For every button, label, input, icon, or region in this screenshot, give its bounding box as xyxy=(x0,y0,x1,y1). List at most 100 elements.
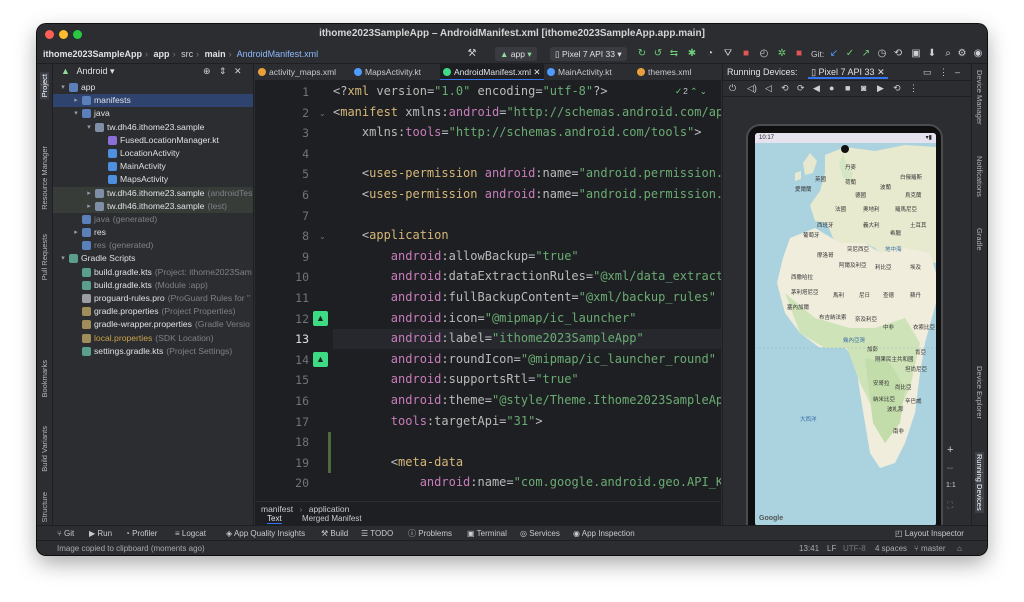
indent-setting[interactable]: 4 spaces xyxy=(875,541,907,555)
layout-inspector-tool-button[interactable]: ◰ Layout Inspector xyxy=(895,526,964,541)
wipe-icon[interactable]: ⟲ xyxy=(893,83,901,94)
code-area[interactable]: <?xml version="1.0" encoding="utf-8"?> <m… xyxy=(333,81,721,501)
profile-icon[interactable]: ◔ xyxy=(703,47,717,61)
inspection-widget[interactable]: ✓2 ⌃ ⌄ xyxy=(675,86,707,97)
screenshot-icon[interactable]: ◙ xyxy=(861,83,866,93)
tree-item[interactable]: proguard-rules.pro (ProGuard Rules for " xyxy=(53,292,253,305)
android-icon[interactable]: ▲ xyxy=(313,310,328,326)
panel-options-icon[interactable]: ⋮ xyxy=(939,64,948,81)
tree-item[interactable]: java (generated) xyxy=(53,213,253,226)
tree-expand-icon[interactable]: ▸ xyxy=(72,94,80,107)
resource-manager-tool-tab[interactable]: Resource Manager xyxy=(40,146,49,210)
profiler-tool-button[interactable]: ◔ Profiler xyxy=(125,526,157,541)
tab-android-manifest-xml[interactable]: AndroidManifest.xml ✕ xyxy=(440,64,544,80)
coverage-icon[interactable]: ◴ xyxy=(757,47,771,61)
tree-expand-icon[interactable]: ▾ xyxy=(85,121,93,134)
tab-main-activity-kt[interactable]: MainActivity.kt xyxy=(544,64,634,80)
tree-item[interactable]: FusedLocationManager.kt xyxy=(53,134,253,147)
lock-icon[interactable]: ⌂ xyxy=(957,541,962,555)
project-tool-tab[interactable]: Project xyxy=(40,72,49,100)
tab-text[interactable]: Text xyxy=(267,514,282,524)
collapse-all-icon[interactable]: ⇕ xyxy=(219,64,227,79)
zoom-out-icon[interactable]: – xyxy=(947,462,953,474)
services-tool-button[interactable]: ◎ Services xyxy=(520,526,560,541)
device-tab[interactable]: ▯ Pixel 7 API 33 ✕ xyxy=(808,67,888,79)
screen-record-icon[interactable]: ▶ xyxy=(877,83,884,94)
breadcrumb-src[interactable]: src xyxy=(181,49,193,59)
back-icon[interactable]: ◀ xyxy=(813,83,820,94)
git-branch[interactable]: ⑂ master xyxy=(914,541,945,555)
tree-expand-icon[interactable]: ▸ xyxy=(72,226,80,239)
run-config-select[interactable]: ▲ app ▾ xyxy=(495,47,537,61)
structure-tool-tab[interactable]: Structure xyxy=(40,492,49,522)
git-commit-icon[interactable]: ✓ xyxy=(843,47,857,61)
tree-item[interactable]: build.gradle.kts (Module :app) xyxy=(53,279,253,292)
tree-item[interactable]: ▸ res xyxy=(53,226,253,239)
tree-expand-icon[interactable]: ▸ xyxy=(85,187,93,200)
tree-item[interactable]: ▾ java xyxy=(53,107,253,120)
tree-item[interactable]: gradle-wrapper.properties (Gradle Versio xyxy=(53,318,253,331)
phone-screen[interactable]: 10:17 ▾▮ 丹麥 英國 荷蘭 白俄羅斯 愛爾蘭 德國 波蘭 烏克蘭 法國 … xyxy=(755,133,936,526)
git-history-icon[interactable]: ◷ xyxy=(875,47,889,61)
tree-item[interactable]: settings.gradle.kts (Project Settings) xyxy=(53,345,253,358)
file-encoding[interactable]: UTF-8 xyxy=(843,541,866,555)
tree-item[interactable]: LocationActivity xyxy=(53,147,253,160)
close-window-button[interactable] xyxy=(45,30,54,39)
device-explorer-tool-tab[interactable]: Device Explorer xyxy=(975,366,984,419)
tree-expand-icon[interactable]: ▾ xyxy=(72,107,80,120)
stop-all-icon[interactable]: ■ xyxy=(792,47,806,61)
home-icon[interactable]: ● xyxy=(829,83,834,93)
close-all-icon[interactable]: ✕ xyxy=(234,64,242,79)
stop-icon[interactable]: ■ xyxy=(739,47,753,61)
volume-up-icon[interactable]: ◁) xyxy=(747,83,757,94)
device-mirror-icon[interactable]: ▣ xyxy=(909,47,923,61)
device-manager-tool-tab[interactable]: Device Manager xyxy=(975,70,984,125)
breadcrumb-project[interactable]: ithome2023SampleApp xyxy=(43,49,142,59)
power-icon[interactable]: ⏻ xyxy=(729,83,736,94)
tree-expand-icon[interactable]: ▾ xyxy=(59,252,67,265)
notifications-tool-tab[interactable]: Notifications xyxy=(975,156,984,197)
caret-position[interactable]: 13:41 xyxy=(799,541,819,555)
build-variants-tool-tab[interactable]: Build Variants xyxy=(40,426,49,472)
fold-icon[interactable]: ⌄ xyxy=(319,109,326,118)
sdk-manager-icon[interactable]: ⬇ xyxy=(925,47,939,61)
bug-icon[interactable]: ✲ xyxy=(775,47,789,61)
tree-item[interactable]: MapsActivity xyxy=(53,173,253,186)
vcs-change-marker[interactable] xyxy=(328,432,331,474)
breadcrumb-file[interactable]: AndroidManifest.xml xyxy=(237,49,319,59)
gradle-tool-tab[interactable]: Gradle xyxy=(975,228,984,251)
pull-requests-tool-tab[interactable]: Pull Requests xyxy=(40,234,49,280)
more-options-icon[interactable]: ⋮ xyxy=(909,83,918,94)
volume-down-icon[interactable]: ◁ xyxy=(765,83,772,94)
zoom-reset-icon[interactable]: 1:1 xyxy=(946,482,956,489)
tree-item[interactable]: local.properties (SDK Location) xyxy=(53,332,253,345)
git-rollback-icon[interactable]: ⟲ xyxy=(891,47,905,61)
search-icon[interactable]: ⌕ xyxy=(941,47,955,61)
device-select[interactable]: ▯ Pixel 7 API 33 ▾ xyxy=(550,47,627,61)
locate-icon[interactable]: ⊕ xyxy=(203,64,211,79)
tree-item[interactable]: ▾ tw.dh46.ithome23.sample xyxy=(53,121,253,134)
tab-themes-xml[interactable]: themes.xml xyxy=(634,64,721,80)
attach-debugger-icon[interactable]: ⛛ xyxy=(721,47,735,61)
terminal-tool-button[interactable]: ▣ Terminal xyxy=(467,526,507,541)
android-icon[interactable]: ▲ xyxy=(313,351,328,367)
run-tool-button[interactable]: ▶ Run xyxy=(89,526,112,541)
git-update-icon[interactable]: ↙ xyxy=(827,47,841,61)
logcat-tool-button[interactable]: ≡ Logcat xyxy=(175,526,206,541)
tree-item[interactable]: MainActivity xyxy=(53,160,253,173)
breadcrumb-module[interactable]: app xyxy=(154,49,170,59)
fit-screen-icon[interactable]: ⛶ xyxy=(947,500,953,511)
tree-item[interactable]: ▾ app xyxy=(53,81,253,94)
project-view-select[interactable]: Android ▾ xyxy=(72,66,114,76)
rotate-left-icon[interactable]: ⟲ xyxy=(781,83,789,94)
tree-item[interactable]: ▸ tw.dh46.ithome23.sample (androidTest) xyxy=(53,186,253,200)
build-tool-button[interactable]: ⚒ Build xyxy=(321,526,348,541)
rerun-icon[interactable]: ↻ xyxy=(635,47,649,61)
tab-maps-activity-kt[interactable]: MapsActivity.kt xyxy=(351,64,440,80)
tree-expand-icon[interactable]: ▾ xyxy=(59,81,67,94)
tab-activity-maps-xml[interactable]: activity_maps.xml xyxy=(255,64,351,80)
bookmarks-tool-tab[interactable]: Bookmarks xyxy=(40,360,49,398)
settings-icon[interactable]: ⚙ xyxy=(955,47,969,61)
account-icon[interactable]: ◉ xyxy=(971,47,985,61)
git-tool-button[interactable]: ⑂ Git xyxy=(57,526,74,541)
